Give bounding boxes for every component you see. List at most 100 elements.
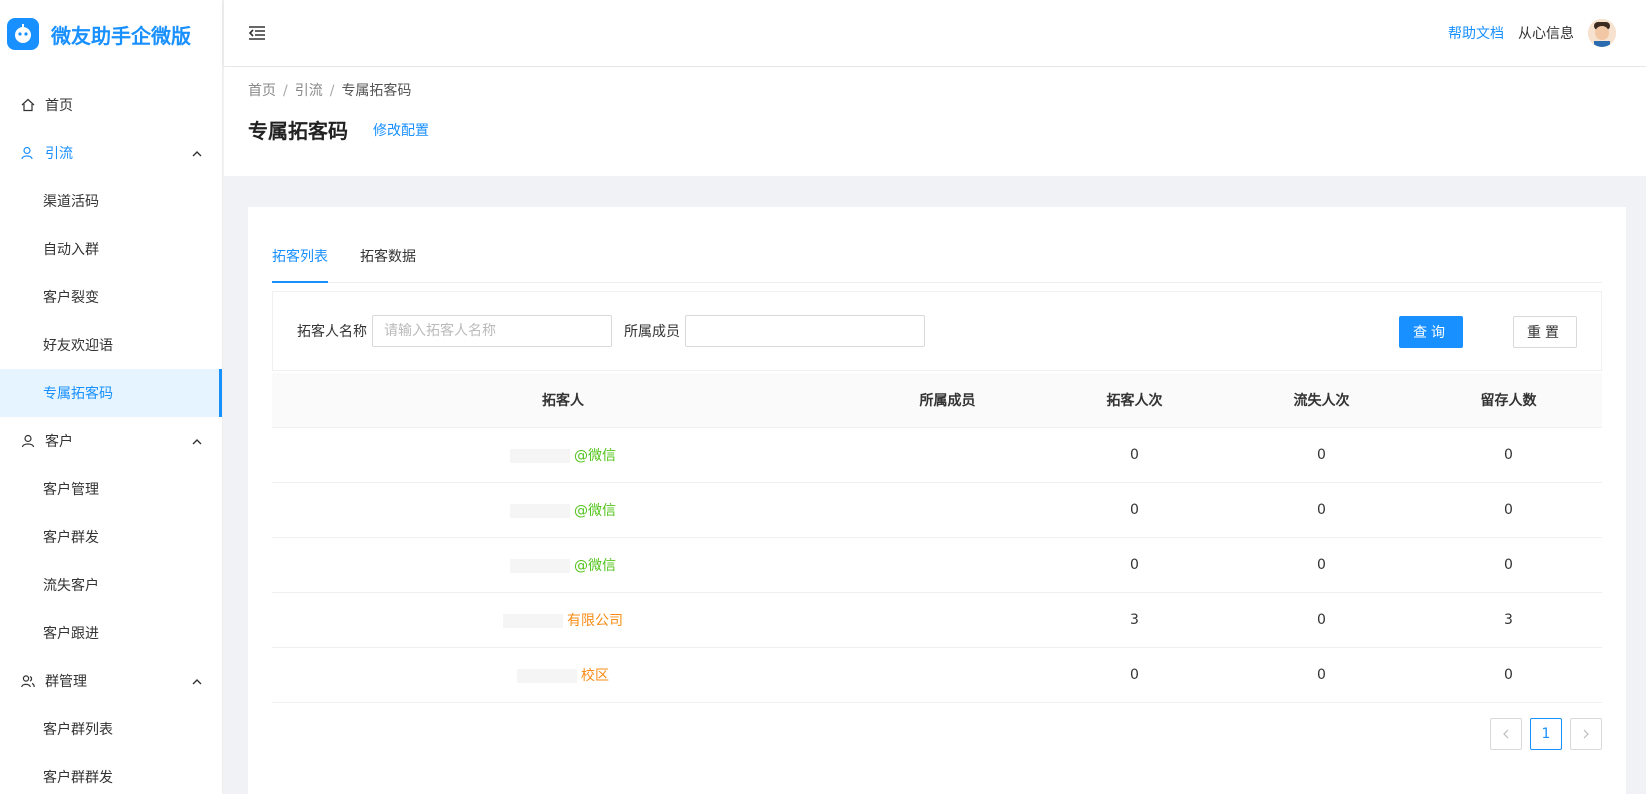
- pagination: 1: [1490, 718, 1602, 750]
- sidebar-group-label: 客户: [45, 434, 73, 450]
- breadcrumb-section[interactable]: 引流: [295, 83, 323, 99]
- sidebar-group-group-management[interactable]: 群管理: [0, 657, 222, 705]
- table-row: 有限公司 3 0 3: [272, 593, 1602, 648]
- count-cell: 0: [1130, 667, 1139, 683]
- redacted-name: [510, 559, 570, 573]
- sidebar-group-label: 群管理: [45, 674, 87, 690]
- sidebar-item-customer-management[interactable]: 客户管理: [0, 465, 222, 513]
- member-select[interactable]: [685, 315, 925, 347]
- column-header: 拓客人: [542, 393, 584, 409]
- home-icon: [20, 97, 36, 113]
- sidebar: 微友助手企微版 首页 引流 渠道活码 自动入群 客户裂变 好友欢迎语 专属拓客码: [0, 0, 223, 794]
- member-label: 所属成员: [624, 324, 680, 340]
- sidebar-item-channel-code[interactable]: 渠道活码: [0, 177, 222, 225]
- name-search-input[interactable]: [372, 315, 612, 347]
- kept-cell: 0: [1504, 667, 1513, 683]
- breadcrumb-current: 专属拓客码: [341, 83, 412, 99]
- chevron-up-icon: [192, 435, 202, 451]
- sidebar-item-exclusive-code[interactable]: 专属拓客码: [0, 369, 222, 417]
- redacted-name: [503, 614, 563, 628]
- column-header: 留存人数: [1480, 393, 1537, 409]
- sidebar-group-traffic[interactable]: 引流: [0, 129, 222, 177]
- lost-cell: 0: [1317, 612, 1326, 628]
- user-add-icon: [20, 145, 36, 161]
- column-header: 所属成员: [919, 393, 976, 409]
- page-header: 首页 / 引流 / 专属拓客码 专属拓客码 修改配置: [224, 67, 1646, 176]
- sidebar-menu: 首页 引流 渠道活码 自动入群 客户裂变 好友欢迎语 专属拓客码 客户 客户管理: [0, 81, 222, 794]
- lost-cell: 0: [1317, 557, 1326, 573]
- page-number-button[interactable]: 1: [1530, 718, 1562, 750]
- query-button[interactable]: 查询: [1399, 316, 1463, 348]
- promoter-cell: 有限公司: [272, 610, 854, 630]
- app-title: 微友助手企微版: [51, 23, 191, 48]
- lost-cell: 0: [1317, 667, 1326, 683]
- kept-cell: 0: [1504, 502, 1513, 518]
- avatar[interactable]: [1588, 19, 1616, 47]
- promoter-cell: @微信: [272, 500, 854, 520]
- prev-page-button[interactable]: [1490, 718, 1522, 750]
- chevron-right-icon: [1583, 729, 1589, 739]
- tab-list[interactable]: 拓客列表: [272, 239, 328, 283]
- table-row: @微信 0 0 0: [272, 428, 1602, 483]
- team-icon: [20, 673, 36, 689]
- chevron-left-icon: [1503, 729, 1509, 739]
- promoter-cell: @微信: [272, 555, 854, 575]
- promoter-tag: @微信: [574, 558, 616, 574]
- breadcrumb-home[interactable]: 首页: [248, 83, 276, 99]
- promoter-cell: @微信: [272, 445, 854, 465]
- logo[interactable]: 微友助手企微版: [0, 0, 222, 68]
- edit-config-link[interactable]: 修改配置: [373, 120, 429, 140]
- filter-bar: 拓客人名称 所属成员 查询 重置: [272, 291, 1602, 371]
- sidebar-group-label: 引流: [45, 146, 73, 162]
- sidebar-item-auto-join-group[interactable]: 自动入群: [0, 225, 222, 273]
- promoter-cell: 校区: [272, 665, 854, 685]
- kept-cell: 0: [1504, 557, 1513, 573]
- tab-data[interactable]: 拓客数据: [360, 239, 416, 283]
- sidebar-item-customer-follow-up[interactable]: 客户跟进: [0, 609, 222, 657]
- sidebar-item-home[interactable]: 首页: [0, 81, 222, 129]
- sidebar-item-customer-fission[interactable]: 客户裂变: [0, 273, 222, 321]
- sidebar-item-customer-broadcast[interactable]: 客户群发: [0, 513, 222, 561]
- sidebar-item-lost-customers[interactable]: 流失客户: [0, 561, 222, 609]
- table-header: 拓客人 所属成员 拓客人次 流失人次 留存人数: [272, 373, 1602, 428]
- header-actions: 帮助文档 从心信息: [1448, 0, 1616, 66]
- chevron-up-icon: [192, 675, 202, 691]
- redacted-name: [510, 449, 570, 463]
- help-docs-link[interactable]: 帮助文档: [1448, 23, 1504, 43]
- breadcrumb-separator: /: [329, 83, 335, 99]
- kept-cell: 3: [1504, 612, 1513, 628]
- promoter-tag: @微信: [574, 448, 616, 464]
- promoter-tag: 校区: [581, 668, 609, 684]
- column-header: 流失人次: [1293, 393, 1350, 409]
- chevron-up-icon: [192, 147, 202, 163]
- count-cell: 0: [1130, 502, 1139, 518]
- next-page-button[interactable]: [1570, 718, 1602, 750]
- promoter-tag: @微信: [574, 503, 616, 519]
- count-cell: 0: [1130, 557, 1139, 573]
- count-cell: 0: [1130, 447, 1139, 463]
- content-card: 拓客列表 拓客数据 拓客人名称 所属成员 查询 重置 拓客人 所属成员 拓客人次…: [248, 207, 1626, 794]
- table-row: @微信 0 0 0: [272, 538, 1602, 593]
- lost-cell: 0: [1317, 447, 1326, 463]
- redacted-name: [510, 504, 570, 518]
- sidebar-group-customer[interactable]: 客户: [0, 417, 222, 465]
- promoter-table: 拓客人 所属成员 拓客人次 流失人次 留存人数 @微信 0 0 0 @微信 0 …: [272, 373, 1602, 703]
- lost-cell: 0: [1317, 502, 1326, 518]
- sidebar-item-group-broadcast[interactable]: 客户群群发: [0, 753, 222, 794]
- robot-logo-icon: [7, 18, 39, 50]
- reset-button[interactable]: 重置: [1513, 316, 1577, 348]
- sidebar-item-group-list[interactable]: 客户群列表: [0, 705, 222, 753]
- menu-fold-icon[interactable]: [247, 23, 267, 43]
- kept-cell: 0: [1504, 447, 1513, 463]
- user-name[interactable]: 从心信息: [1518, 23, 1574, 43]
- page-title: 专属拓客码: [248, 119, 348, 143]
- redacted-name: [517, 669, 577, 683]
- tabs: 拓客列表 拓客数据: [272, 239, 1602, 283]
- sidebar-item-label: 首页: [45, 98, 73, 114]
- sidebar-item-welcome-message[interactable]: 好友欢迎语: [0, 321, 222, 369]
- breadcrumb-separator: /: [283, 83, 288, 99]
- breadcrumb: 首页 / 引流 / 专属拓客码: [248, 80, 411, 100]
- top-header: 帮助文档 从心信息: [224, 0, 1646, 66]
- column-header: 拓客人次: [1106, 393, 1163, 409]
- table-row: @微信 0 0 0: [272, 483, 1602, 538]
